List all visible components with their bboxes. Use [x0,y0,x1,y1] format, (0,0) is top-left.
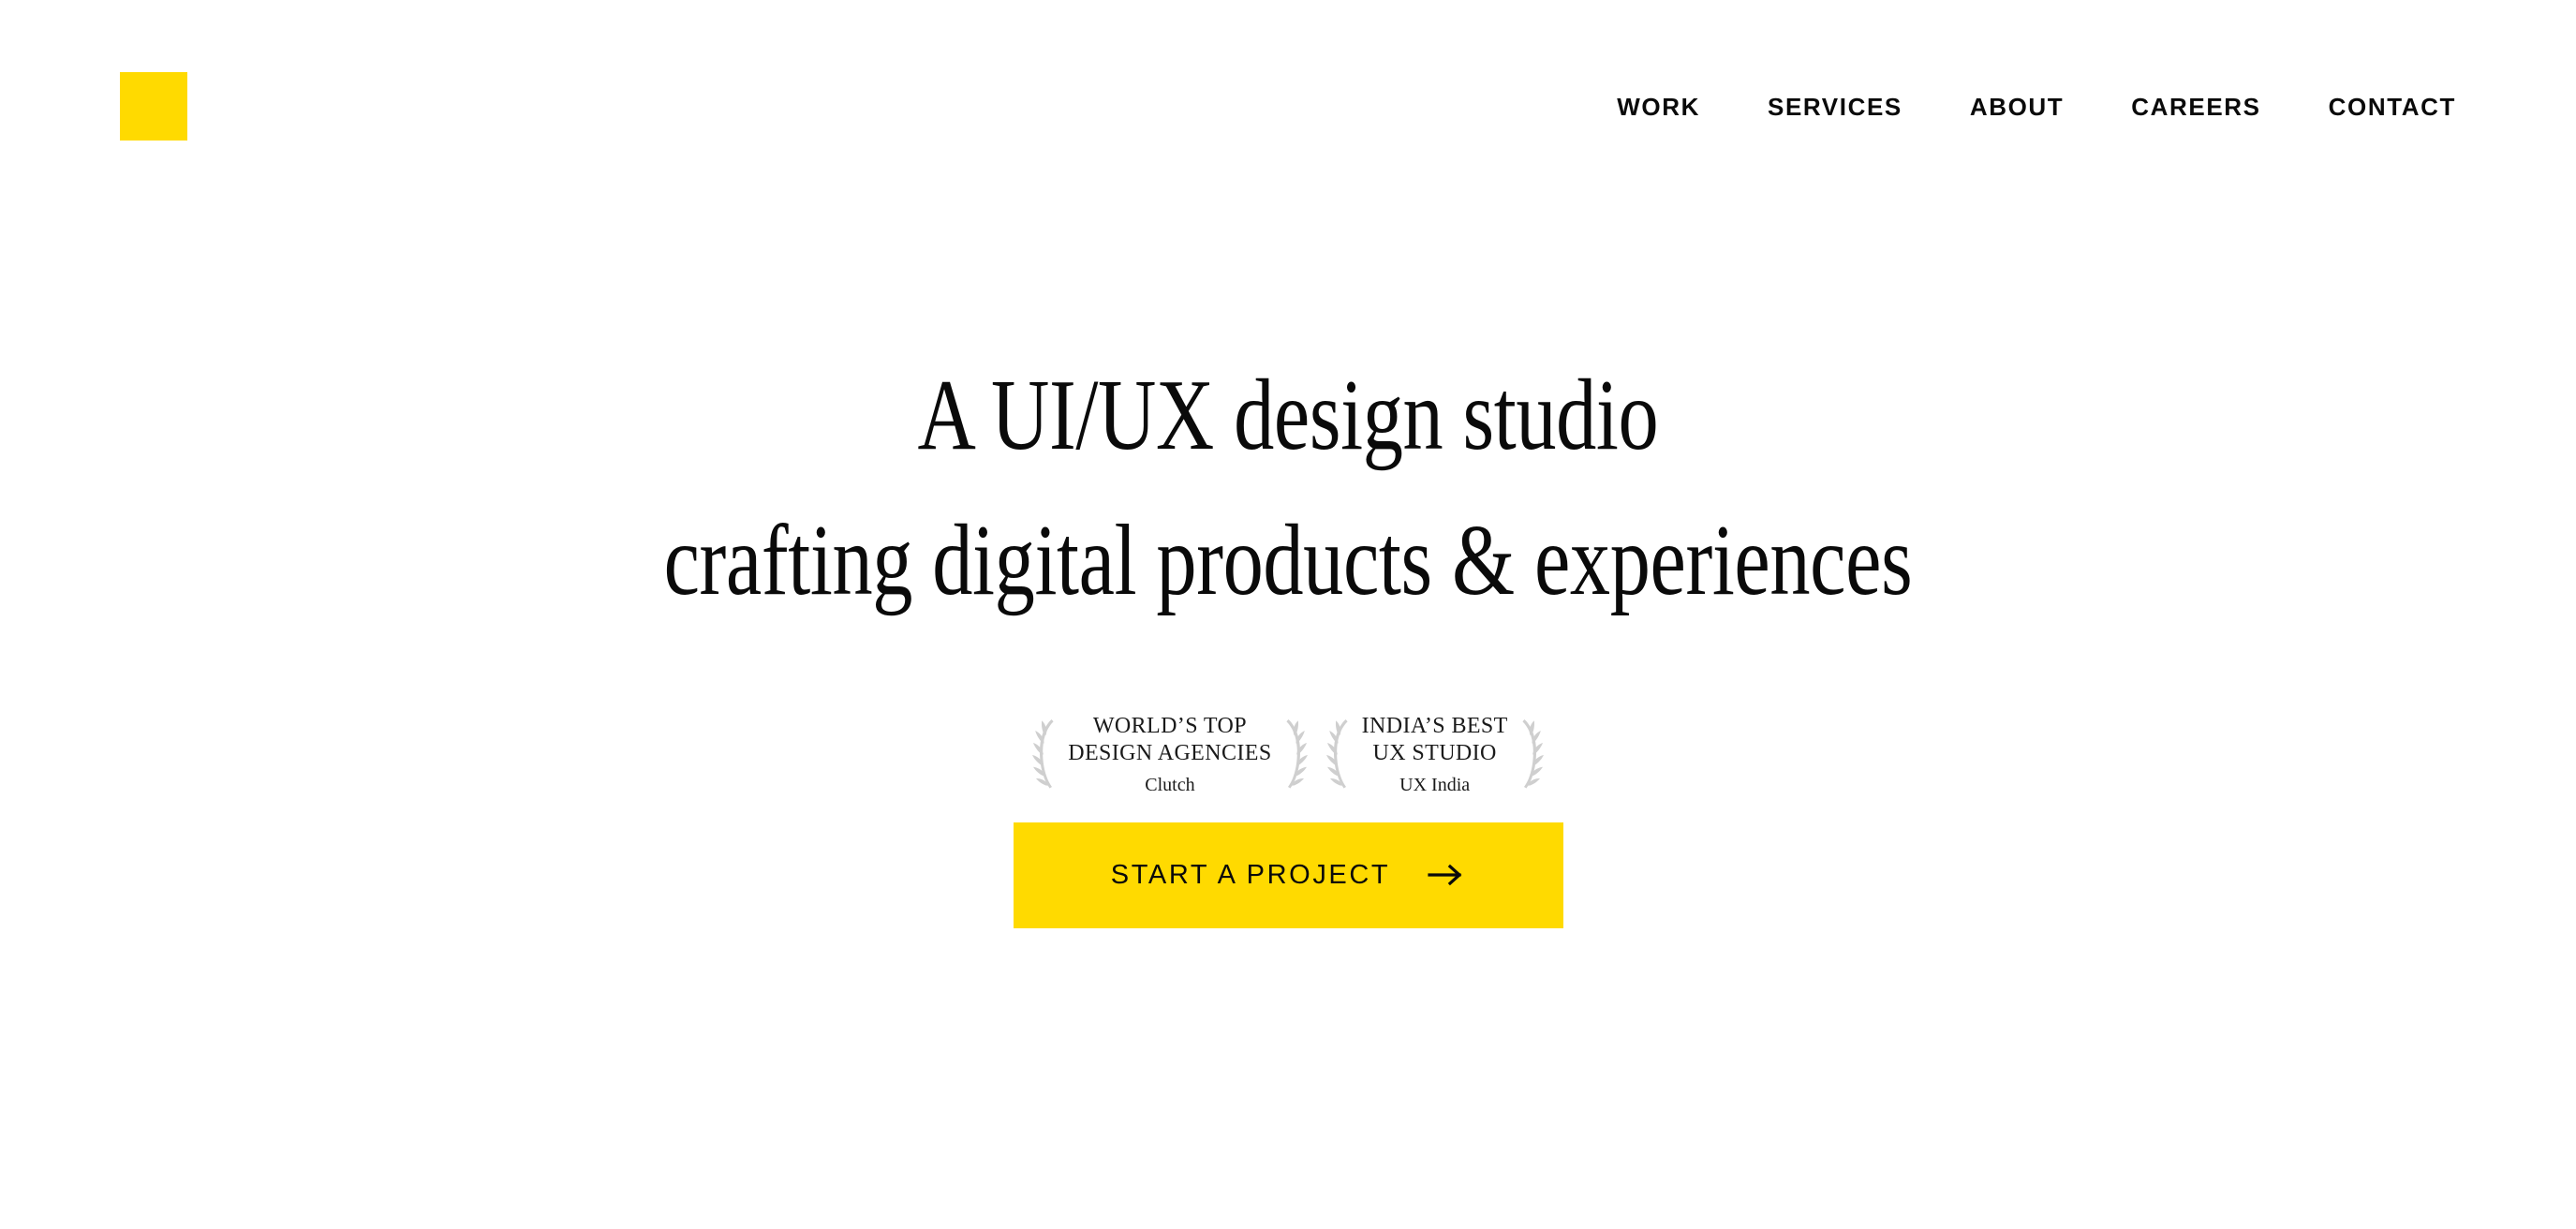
award-line-1: INDIA’S BEST [1361,714,1508,738]
laurel-branch-icon [1325,718,1348,789]
cta-label: START A PROJECT [1110,859,1391,890]
award-badge-clutch: WORLD’S TOP DESIGN AGENCIES Clutch [1032,713,1308,799]
landing-page: WORK SERVICES ABOUT CAREERS CONTACT A UI… [0,0,2576,1229]
award-source: Clutch [1145,774,1195,795]
award-badge-ux-india: INDIA’S BEST UX STUDIO UX India [1325,713,1544,799]
hero-section: A UI/UX design studio crafting digital p… [0,0,2576,1229]
award-line-1: WORLD’S TOP [1092,714,1248,738]
headline-line-2: crafting digital products & experiences [663,505,1913,616]
headline-line-1: A UI/UX design studio [917,360,1659,471]
hero-headline: A UI/UX design studio crafting digital p… [664,365,1913,612]
start-a-project-button[interactable]: START A PROJECT [1013,822,1563,928]
laurel-branch-icon [1032,718,1054,789]
award-badge-text: INDIA’S BEST UX STUDIO UX India [1356,713,1514,799]
arrow-right-icon [1428,864,1462,886]
award-badge-text: WORLD’S TOP DESIGN AGENCIES Clutch [1062,713,1277,799]
award-source: UX India [1399,774,1471,795]
laurel-branch-icon [1522,718,1544,789]
award-badges: WORLD’S TOP DESIGN AGENCIES Clutch INDIA… [1032,713,1544,799]
laurel-branch-icon [1285,718,1308,789]
award-line-2: DESIGN AGENCIES [1068,741,1272,766]
award-line-2: UX STUDIO [1372,741,1497,766]
